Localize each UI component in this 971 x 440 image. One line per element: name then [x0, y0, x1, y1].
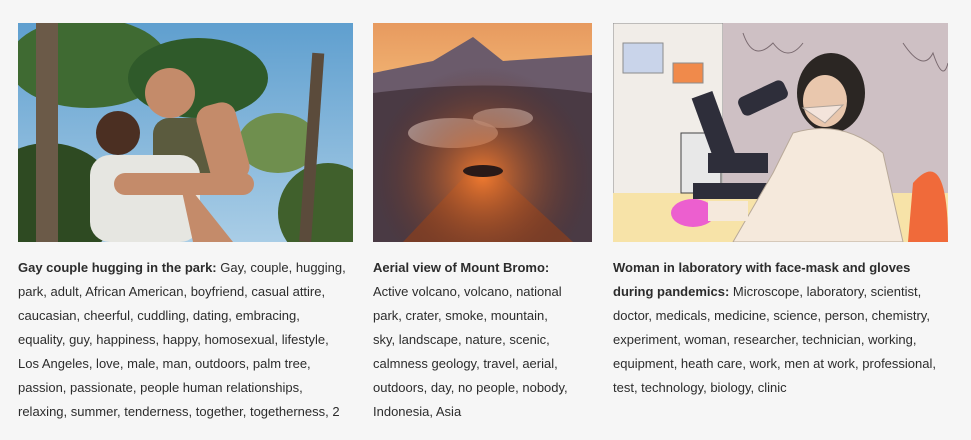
laboratory-illustration[interactable] [613, 23, 948, 242]
volcano-photo[interactable] [373, 23, 592, 242]
caption-keywords: Gay, couple, hugging, park, adult, Afric… [18, 260, 346, 419]
image-card-couple: Gay couple hugging in the park: Gay, cou… [18, 23, 353, 424]
couple-photo[interactable] [18, 23, 353, 242]
card-caption: Woman in laboratory with face-mask and g… [613, 256, 943, 400]
caption-title: Gay couple hugging in the park: [18, 260, 217, 275]
caption-keywords: Microscope, laboratory, scientist, docto… [613, 284, 936, 395]
card-caption: Aerial view of Mount Bromo: Active volca… [373, 256, 573, 424]
image-card-bromo: Aerial view of Mount Bromo: Active volca… [373, 23, 592, 424]
caption-keywords: Active volcano, volcano, national park, … [373, 284, 568, 419]
card-caption: Gay couple hugging in the park: Gay, cou… [18, 256, 350, 424]
caption-title: Aerial view of Mount Bromo: [373, 260, 550, 275]
image-card-laboratory: Woman in laboratory with face-mask and g… [613, 23, 948, 400]
